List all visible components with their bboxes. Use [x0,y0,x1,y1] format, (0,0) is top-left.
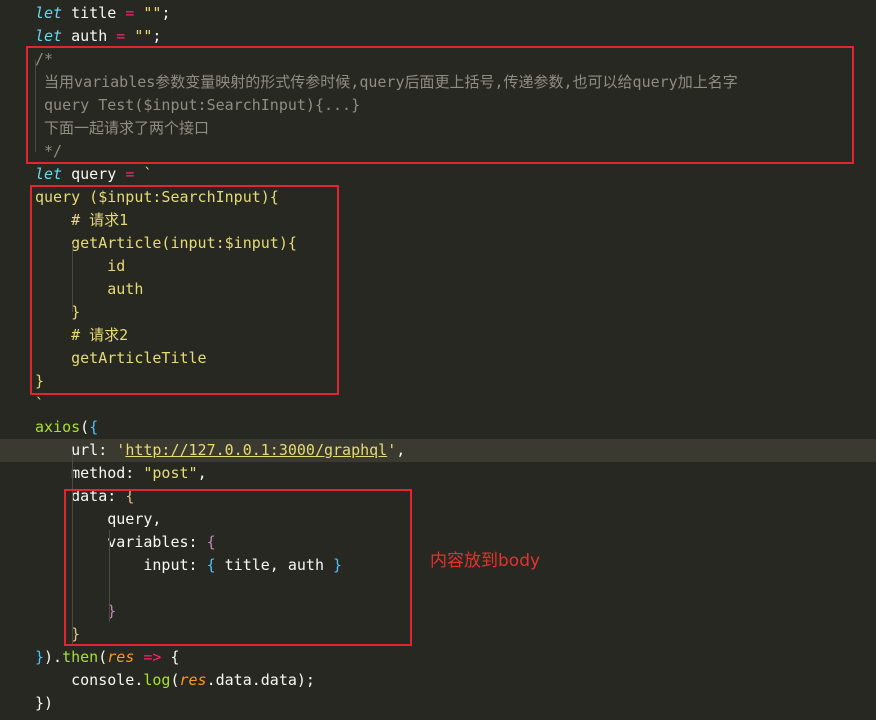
code-token: ' [116,441,126,459]
code-token: => [134,648,162,666]
code-token: , [197,464,207,482]
code-line[interactable]: ` [0,393,876,416]
code-line[interactable]: let auth = ""; [0,25,876,48]
code-token: let [35,4,63,22]
code-token: ( [170,671,180,689]
code-token: ` [35,395,45,413]
code-token: auth [62,27,117,45]
code-token: then [62,648,99,666]
code-text: axios({ [35,416,98,439]
code-token: axios [35,418,81,436]
code-token: ` [134,165,153,183]
code-text: method: "post", [35,462,207,485]
code-token: = [125,165,135,183]
code-token: console. [35,671,144,689]
code-line[interactable]: }).then(res => { [0,646,876,669]
code-token: { [161,648,180,666]
code-token: "" [134,4,162,22]
code-token: , [396,441,406,459]
code-token: log [143,671,171,689]
code-token: "" [125,27,153,45]
code-token: }) [35,694,54,712]
code-token: "post" [143,464,198,482]
code-token: } [35,648,45,666]
code-token: url: [35,441,117,459]
code-token: ). [44,648,63,666]
code-text: console.log(res.data.data); [35,669,315,692]
code-text: }).then(res => { [35,646,180,669]
annotation-label: 内容放到body [430,551,541,571]
code-token: let [35,165,63,183]
code-line[interactable]: console.log(res.data.data); [0,669,876,692]
code-line[interactable]: url: 'http://127.0.0.1:3000/graphql', [0,439,876,462]
code-line[interactable]: method: "post", [0,462,876,485]
code-text: }) [35,692,53,715]
code-token: method: [35,464,144,482]
code-token: ( [98,648,108,666]
comment-highlight-box [26,46,854,164]
query-highlight-box [30,185,339,395]
data-highlight-box [64,489,412,646]
code-token: { [89,418,99,436]
code-text: let title = ""; [35,2,170,25]
code-line[interactable]: }) [0,692,876,715]
code-token: ' [387,441,397,459]
code-token: = [125,4,135,22]
code-token: = [116,27,126,45]
code-token: http://127.0.0.1:3000/graphql [125,441,388,459]
code-line[interactable]: let title = ""; [0,2,876,25]
code-token: ( [80,418,90,436]
code-token: res [107,648,135,666]
code-text: ` [35,393,44,416]
code-line[interactable]: let query = ` [0,163,876,186]
code-token: query [62,165,126,183]
code-text: let query = ` [35,163,152,186]
code-token: title [62,4,126,22]
code-token: let [35,27,63,45]
code-token: ; [152,27,162,45]
code-token: res [179,671,207,689]
code-text: url: 'http://127.0.0.1:3000/graphql', [35,439,405,462]
code-token: .data.data); [206,671,315,689]
code-token: ; [161,4,171,22]
code-text: let auth = ""; [35,25,161,48]
code-line[interactable]: axios({ [0,416,876,439]
